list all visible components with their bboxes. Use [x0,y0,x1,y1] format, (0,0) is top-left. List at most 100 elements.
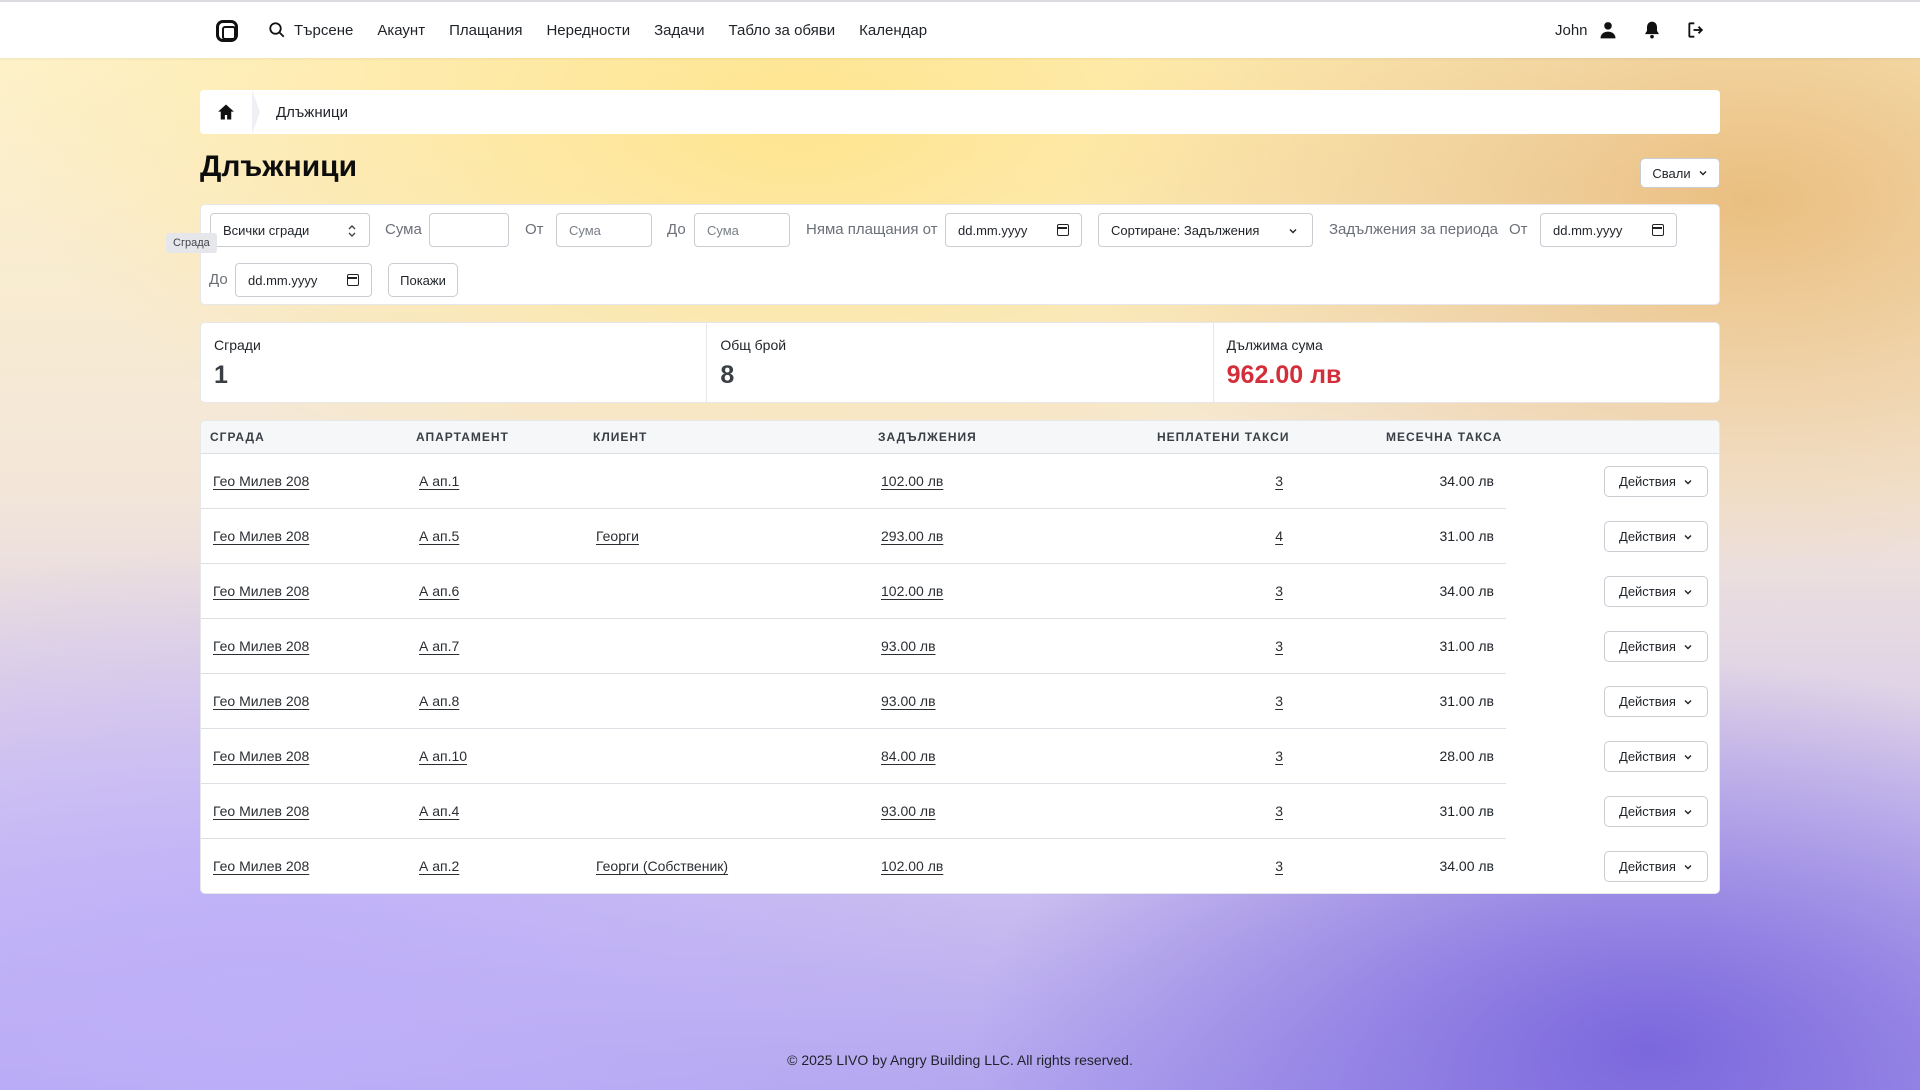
stat-owed: Дължима сума 962.00 лв [1214,323,1719,402]
cell-debt[interactable]: 93.00 лв [881,674,936,728]
header-client[interactable]: КЛИЕНТ [593,421,647,454]
cell-unpaid[interactable]: 3 [1201,454,1283,508]
chevron-down-icon [1684,589,1692,594]
breadcrumb-home[interactable] [200,90,260,134]
cell-debt[interactable]: 102.00 лв [881,564,943,618]
app-logo-icon[interactable] [216,20,238,42]
period-from-date-value: dd.mm.yyyy [1553,222,1623,238]
nav-item-account[interactable]: Акаунт [377,22,425,39]
cell-apartment[interactable]: А ап.2 [419,839,459,893]
nav-item-irregularities[interactable]: Нередности [546,22,630,39]
cell-apartment[interactable]: А ап.6 [419,564,459,618]
show-button[interactable]: Покажи [388,263,458,297]
header-unpaid[interactable]: НЕПЛАТЕНИ ТАКСИ [1157,421,1289,454]
cell-apartment[interactable]: А ап.4 [419,784,459,838]
home-icon [218,104,234,120]
actions-label: Действия [1619,584,1676,599]
sort-select[interactable]: Сортиране: Задължения [1098,213,1313,247]
actions-button[interactable]: Действия [1604,686,1708,717]
search-link[interactable]: Търсене [268,21,353,39]
cell-client[interactable]: Георги [596,509,639,563]
header-building[interactable]: СГРАДА [210,421,265,454]
period-to-date-input[interactable]: dd.mm.yyyy [235,263,372,297]
cell-unpaid[interactable]: 3 [1201,564,1283,618]
logout-icon[interactable] [1686,20,1706,40]
stat-owed-label: Дължима сума [1226,337,1323,353]
nav-item-board[interactable]: Табло за обяви [729,22,836,39]
chevron-down-icon [1289,229,1297,234]
cell-building[interactable]: Гео Милев 208 [213,839,309,893]
cell-monthly: 31.00 лв [1439,528,1494,544]
cell-debt[interactable]: 84.00 лв [881,729,936,783]
sum-input[interactable] [429,213,509,247]
cell-apartment[interactable]: А ап.8 [419,674,459,728]
cell-debt[interactable]: 93.00 лв [881,619,936,673]
actions-button[interactable]: Действия [1604,631,1708,662]
cell-building[interactable]: Гео Милев 208 [213,674,309,728]
actions-label: Действия [1619,694,1676,709]
building-tooltip: Сграда [166,233,217,253]
actions-button[interactable]: Действия [1604,576,1708,607]
cell-apartment[interactable]: А ап.5 [419,509,459,563]
cell-monthly: 34.00 лв [1439,583,1494,599]
cell-debt[interactable]: 293.00 лв [881,509,943,563]
download-button[interactable]: Свали [1640,158,1720,188]
cell-unpaid[interactable]: 3 [1201,784,1283,838]
period-from-date-input[interactable]: dd.mm.yyyy [1540,213,1677,247]
chevron-down-icon [1684,699,1692,704]
actions-button[interactable]: Действия [1604,521,1708,552]
table-header: СГРАДА АПАРТАМЕНТ КЛИЕНТ ЗАДЪЛЖЕНИЯ НЕПЛ… [201,421,1719,454]
cell-unpaid[interactable]: 3 [1201,729,1283,783]
cell-apartment[interactable]: А ап.1 [419,454,459,508]
to-sum-input[interactable]: Сума [694,213,790,247]
cell-unpaid[interactable]: 3 [1201,619,1283,673]
cell-building[interactable]: Гео Милев 208 [213,729,309,783]
header-apartment[interactable]: АПАРТАМЕНТ [416,421,509,454]
user-name[interactable]: John [1555,22,1588,39]
header-debt[interactable]: ЗАДЪЛЖЕНИЯ [878,421,977,454]
calendar-icon[interactable] [347,274,359,286]
calendar-icon[interactable] [1057,224,1069,236]
table-row: Гео Милев 208 А ап.7 93.00 лв 3 31.00 лв… [201,619,1719,674]
actions-button[interactable]: Действия [1604,851,1708,882]
calendar-icon[interactable] [1652,224,1664,236]
stat-total-value: 8 [720,361,735,389]
to-sum-placeholder: Сума [707,222,739,238]
actions-label: Действия [1619,529,1676,544]
actions-button[interactable]: Действия [1604,741,1708,772]
nav-item-payments[interactable]: Плащания [449,22,522,39]
table-body: Гео Милев 208 А ап.1 102.00 лв 3 34.00 л… [201,454,1719,893]
cell-apartment[interactable]: А ап.7 [419,619,459,673]
chevron-down-icon [1684,479,1692,484]
table-row: Гео Милев 208 А ап.2 Георги (Собственик)… [201,839,1719,893]
cell-unpaid[interactable]: 3 [1201,674,1283,728]
cell-apartment[interactable]: А ап.10 [419,729,467,783]
to-label: До [667,221,686,238]
cell-debt[interactable]: 102.00 лв [881,839,943,893]
cell-building[interactable]: Гео Милев 208 [213,619,309,673]
chevron-down-icon [1684,754,1692,759]
cell-unpaid[interactable]: 4 [1201,509,1283,563]
actions-button[interactable]: Действия [1604,466,1708,497]
cell-unpaid[interactable]: 3 [1201,839,1283,893]
actions-label: Действия [1619,474,1676,489]
no-payments-date-value: dd.mm.yyyy [958,222,1028,238]
cell-client[interactable]: Георги (Собственик) [596,839,728,893]
nav-item-calendar[interactable]: Календар [859,22,927,39]
cell-building[interactable]: Гео Милев 208 [213,509,309,563]
from-sum-input[interactable]: Сума [556,213,652,247]
user-icon[interactable] [1598,20,1618,40]
cell-debt[interactable]: 102.00 лв [881,454,943,508]
cell-building[interactable]: Гео Милев 208 [213,564,309,618]
cell-building[interactable]: Гео Милев 208 [213,784,309,838]
no-payments-date-input[interactable]: dd.mm.yyyy [945,213,1082,247]
debtors-table: СГРАДА АПАРТАМЕНТ КЛИЕНТ ЗАДЪЛЖЕНИЯ НЕПЛ… [200,420,1720,894]
filters-panel: Всички сгради Сума От Сума До Сума Няма … [200,204,1720,305]
header-monthly[interactable]: МЕСЕЧНА ТАКСА [1386,421,1502,454]
building-select[interactable]: Всички сгради [210,213,370,247]
cell-debt[interactable]: 93.00 лв [881,784,936,838]
nav-item-tasks[interactable]: Задачи [654,22,704,39]
actions-button[interactable]: Действия [1604,796,1708,827]
bell-icon[interactable] [1642,20,1662,40]
cell-building[interactable]: Гео Милев 208 [213,454,309,508]
